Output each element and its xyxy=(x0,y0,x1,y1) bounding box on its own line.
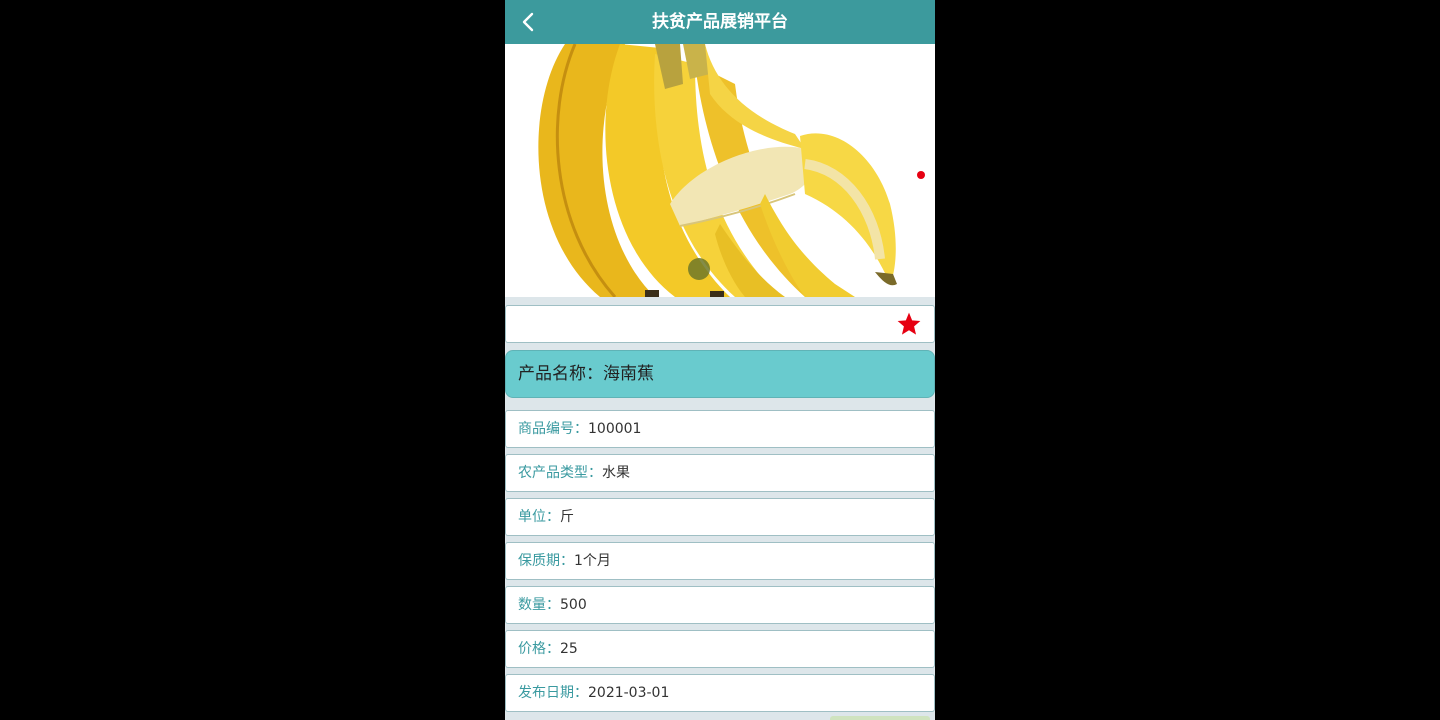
detail-value: 25 xyxy=(560,641,578,657)
detail-row-code: 商品编号：100001 xyxy=(505,410,935,448)
detail-row-shelf-life: 保质期：1个月 xyxy=(505,542,935,580)
detail-value: 1个月 xyxy=(574,553,611,569)
app-header: 扶贫产品展销平台 xyxy=(505,0,935,44)
carousel-indicator xyxy=(688,258,710,280)
detail-label: 价格： xyxy=(518,641,560,657)
product-name-value: 海南蕉 xyxy=(603,364,654,384)
detail-value: 斤 xyxy=(560,509,574,525)
page-title: 扶贫产品展销平台 xyxy=(652,12,788,32)
detail-value: 2021-03-01 xyxy=(588,685,670,701)
detail-label: 数量： xyxy=(518,597,560,613)
detail-row-unit: 单位：斤 xyxy=(505,498,935,536)
detail-value: 水果 xyxy=(602,465,630,481)
detail-label: 农产品类型： xyxy=(518,465,602,481)
favorite-row xyxy=(505,305,935,343)
detail-row-price: 价格：25 xyxy=(505,630,935,668)
detail-label: 商品编号： xyxy=(518,421,588,437)
bottom-button-edge[interactable] xyxy=(830,716,930,720)
detail-row-quantity: 数量：500 xyxy=(505,586,935,624)
detail-value: 500 xyxy=(560,597,587,613)
detail-label: 保质期： xyxy=(518,553,574,569)
detail-row-date: 发布日期：2021-03-01 xyxy=(505,674,935,712)
detail-label: 发布日期： xyxy=(518,685,588,701)
phone-screen: 扶贫产品展销平台 产品名称：海南蕉 商品编号：100001 农产品类型：水果 单… xyxy=(505,0,935,720)
detail-row-type: 农产品类型：水果 xyxy=(505,454,935,492)
banana-image xyxy=(505,44,935,297)
detail-label: 单位： xyxy=(518,509,560,525)
carousel-dot-active[interactable] xyxy=(917,171,925,179)
product-image-carousel[interactable] xyxy=(505,44,935,297)
star-icon[interactable] xyxy=(896,311,922,337)
product-name-row: 产品名称：海南蕉 xyxy=(505,350,935,398)
detail-value: 100001 xyxy=(588,421,642,437)
product-name-label: 产品名称： xyxy=(518,364,603,384)
